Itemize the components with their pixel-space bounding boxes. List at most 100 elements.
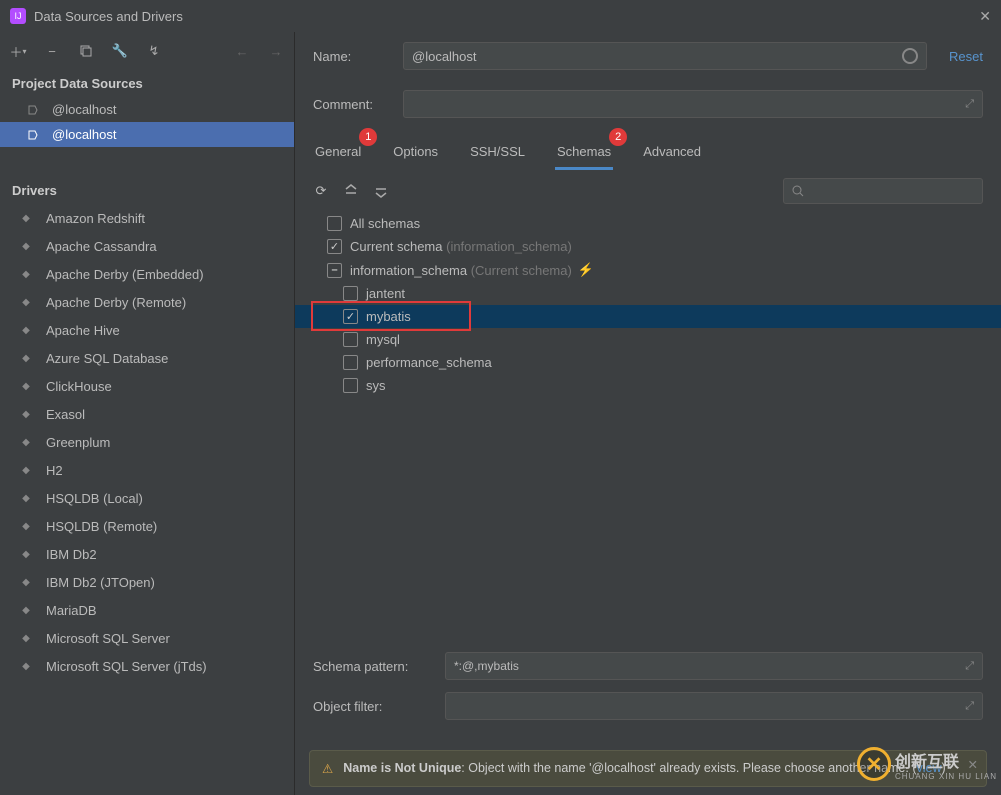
collapse-all-icon[interactable] bbox=[373, 183, 389, 199]
plug-icon bbox=[26, 103, 44, 117]
warning-icon: ⚠ bbox=[322, 761, 333, 776]
driver-icon: ◆ bbox=[14, 601, 38, 619]
pattern-field[interactable]: *:@,mybatis ⤢ bbox=[445, 652, 983, 680]
checkbox[interactable] bbox=[327, 263, 342, 278]
driver-icon: ◆ bbox=[14, 377, 38, 395]
checkbox[interactable] bbox=[343, 332, 358, 347]
driver-item[interactable]: ◆Exasol bbox=[0, 400, 294, 428]
revert-icon[interactable]: ↯ bbox=[146, 43, 162, 59]
driver-item[interactable]: ◆Apache Hive bbox=[0, 316, 294, 344]
expand-icon[interactable]: ⤢ bbox=[965, 700, 974, 713]
driver-item[interactable]: ◆H2 bbox=[0, 456, 294, 484]
close-icon[interactable]: ✕ bbox=[979, 8, 991, 25]
driver-item[interactable]: ◆Amazon Redshift bbox=[0, 204, 294, 232]
datasource-list: @localhost@localhost bbox=[0, 97, 294, 147]
forward-icon[interactable]: → bbox=[268, 43, 284, 59]
filter-field[interactable]: ⤢ bbox=[445, 692, 983, 720]
tabs: General1 Options SSH/SSL Schemas2 Advanced bbox=[295, 136, 1001, 170]
driver-icon: ◆ bbox=[14, 461, 38, 479]
schema-all[interactable]: All schemas bbox=[295, 212, 1001, 235]
driver-item[interactable]: ◆Azure SQL Database bbox=[0, 344, 294, 372]
driver-icon: ◆ bbox=[14, 629, 38, 647]
driver-icon: ◆ bbox=[14, 573, 38, 591]
add-icon[interactable]: ＋▾ bbox=[10, 43, 26, 59]
pattern-label: Schema pattern: bbox=[313, 659, 433, 674]
lightning-icon: ⚡ bbox=[578, 262, 594, 278]
name-label: Name: bbox=[313, 49, 391, 64]
schema-current[interactable]: Current schema (information_schema) bbox=[295, 235, 1001, 258]
filter-label: Object filter: bbox=[313, 699, 433, 714]
driver-icon: ◆ bbox=[14, 657, 38, 675]
plug-icon bbox=[26, 128, 44, 142]
copy-icon[interactable] bbox=[78, 43, 94, 59]
expand-all-icon[interactable] bbox=[343, 183, 359, 199]
schema-item[interactable]: jantent bbox=[295, 282, 1001, 305]
dialog-title: Data Sources and Drivers bbox=[34, 9, 183, 24]
schema-information[interactable]: information_schema (Current schema) ⚡ bbox=[295, 258, 1001, 282]
watermark-logo: ✕ 创新互联CHUANG XIN HU LIAN bbox=[857, 747, 997, 781]
schema-toolbar: ⟳ bbox=[295, 170, 1001, 212]
driver-icon: ◆ bbox=[14, 321, 38, 339]
driver-item[interactable]: ◆ClickHouse bbox=[0, 372, 294, 400]
schema-item[interactable]: sys bbox=[295, 374, 1001, 397]
tab-general[interactable]: General1 bbox=[313, 136, 363, 170]
name-value: @localhost bbox=[412, 49, 477, 64]
driver-icon: ◆ bbox=[14, 349, 38, 367]
tab-schemas[interactable]: Schemas2 bbox=[555, 136, 613, 170]
checkbox[interactable] bbox=[327, 239, 342, 254]
expand-icon[interactable]: ⤢ bbox=[965, 660, 974, 673]
section-datasources: Project Data Sources bbox=[0, 70, 294, 97]
checkbox[interactable] bbox=[343, 309, 358, 324]
expand-icon[interactable]: ⤢ bbox=[965, 98, 974, 111]
remove-icon[interactable]: − bbox=[44, 43, 60, 59]
driver-item[interactable]: ◆Apache Derby (Remote) bbox=[0, 288, 294, 316]
driver-icon: ◆ bbox=[14, 209, 38, 227]
driver-icon: ◆ bbox=[14, 489, 38, 507]
reset-link[interactable]: Reset bbox=[949, 49, 983, 64]
refresh-icon[interactable]: ⟳ bbox=[313, 183, 329, 199]
driver-item[interactable]: ◆HSQLDB (Local) bbox=[0, 484, 294, 512]
driver-icon: ◆ bbox=[14, 517, 38, 535]
badge: 1 bbox=[359, 128, 377, 146]
schema-item[interactable]: mybatis bbox=[295, 305, 1001, 328]
driver-item[interactable]: ◆Microsoft SQL Server (jTds) bbox=[0, 652, 294, 680]
checkbox[interactable] bbox=[343, 378, 358, 393]
driver-item[interactable]: ◆Apache Derby (Embedded) bbox=[0, 260, 294, 288]
driver-item[interactable]: ◆MariaDB bbox=[0, 596, 294, 624]
schema-item[interactable]: performance_schema bbox=[295, 351, 1001, 374]
badge: 2 bbox=[609, 128, 627, 146]
datasource-item[interactable]: @localhost bbox=[0, 97, 294, 122]
right-panel: Name: @localhost Reset Comment: ⤢ Genera… bbox=[295, 32, 1001, 795]
comment-field[interactable]: ⤢ bbox=[403, 90, 983, 118]
driver-item[interactable]: ◆IBM Db2 bbox=[0, 540, 294, 568]
color-picker-icon[interactable] bbox=[902, 48, 918, 64]
schema-item[interactable]: mysql bbox=[295, 328, 1001, 351]
schema-list: All schemas Current schema (information_… bbox=[295, 212, 1001, 397]
checkbox[interactable] bbox=[327, 216, 342, 231]
checkbox[interactable] bbox=[343, 355, 358, 370]
driver-icon: ◆ bbox=[14, 405, 38, 423]
comment-label: Comment: bbox=[313, 97, 391, 112]
drivers-list: ◆Amazon Redshift◆Apache Cassandra◆Apache… bbox=[0, 204, 294, 680]
driver-icon: ◆ bbox=[14, 433, 38, 451]
back-icon[interactable]: ← bbox=[234, 43, 250, 59]
tab-sshssl[interactable]: SSH/SSL bbox=[468, 136, 527, 170]
tab-options[interactable]: Options bbox=[391, 136, 440, 170]
driver-item[interactable]: ◆Greenplum bbox=[0, 428, 294, 456]
tab-advanced[interactable]: Advanced bbox=[641, 136, 703, 170]
warning-title: Name is Not Unique bbox=[343, 761, 461, 775]
wrench-icon[interactable]: 🔧 bbox=[112, 43, 128, 59]
driver-item[interactable]: ◆HSQLDB (Remote) bbox=[0, 512, 294, 540]
datasource-item[interactable]: @localhost bbox=[0, 122, 294, 147]
driver-icon: ◆ bbox=[14, 265, 38, 283]
driver-item[interactable]: ◆Apache Cassandra bbox=[0, 232, 294, 260]
driver-icon: ◆ bbox=[14, 293, 38, 311]
driver-icon: ◆ bbox=[14, 545, 38, 563]
name-field[interactable]: @localhost bbox=[403, 42, 927, 70]
driver-item[interactable]: ◆Microsoft SQL Server bbox=[0, 624, 294, 652]
driver-item[interactable]: ◆IBM Db2 (JTOpen) bbox=[0, 568, 294, 596]
search-input[interactable] bbox=[783, 178, 983, 204]
section-drivers: Drivers bbox=[0, 177, 294, 204]
driver-icon: ◆ bbox=[14, 237, 38, 255]
checkbox[interactable] bbox=[343, 286, 358, 301]
